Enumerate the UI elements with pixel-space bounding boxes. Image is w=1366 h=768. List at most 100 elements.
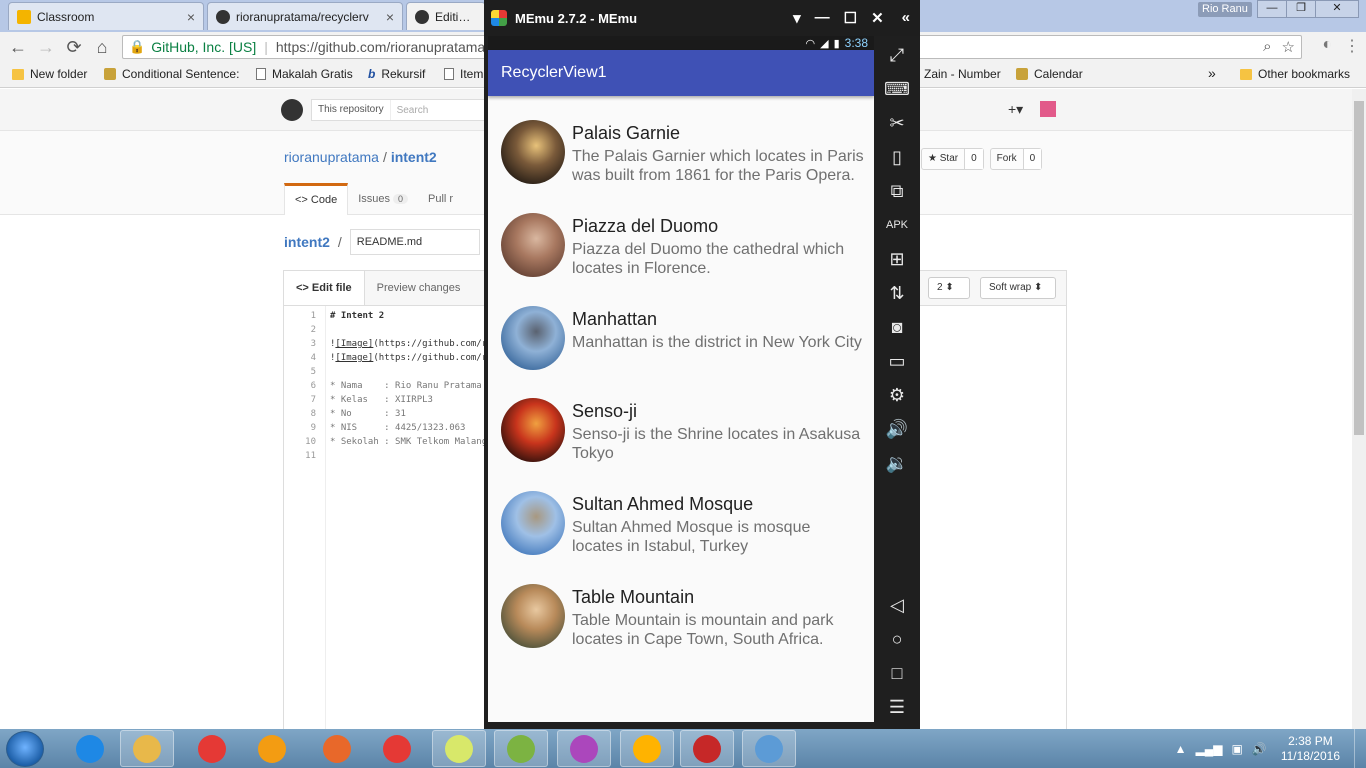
keyboard-icon[interactable]: ⌨ (884, 76, 910, 102)
bookmark-new-folder[interactable]: New folder (12, 67, 87, 81)
tray-expand-icon[interactable]: ▲ (1175, 742, 1187, 756)
search-input[interactable]: This repository Search (311, 99, 491, 121)
taskbar-clock[interactable]: 2:38 PM 11/18/2016 (1281, 734, 1340, 764)
tab-github-repo[interactable]: rioranupratama/recyclerv × (207, 2, 403, 30)
close-window-button[interactable]: ✕ (1315, 0, 1359, 18)
taskbar-button[interactable] (557, 730, 611, 767)
memu-menu-button[interactable]: ▾ (793, 9, 801, 27)
menu-icon[interactable]: ⋮ (1344, 36, 1360, 56)
url-text[interactable]: https://github.com/rioranupratama (276, 39, 485, 55)
taskbar-button[interactable] (120, 730, 174, 767)
bookmark-item[interactable]: Item (444, 67, 483, 81)
list-item[interactable]: Piazza del Duomo Piazza del Duomo the cat… (488, 199, 874, 292)
repo-owner-link[interactable]: rioranupratama (284, 149, 379, 165)
settings-icon[interactable]: ⚙ (884, 382, 910, 408)
star-bookmark-icon[interactable]: ☆ (1282, 38, 1295, 56)
scroll-thumb[interactable] (1354, 101, 1364, 435)
bookmark-calendar[interactable]: Calendar (1016, 67, 1083, 81)
close-icon[interactable]: × (386, 9, 394, 25)
mouse-icon[interactable]: ◙ (884, 314, 910, 340)
reload-button[interactable]: ⟳ (60, 33, 88, 61)
extension-icon[interactable]: ◐ (1322, 36, 1332, 56)
show-desktop-button[interactable] (1354, 729, 1366, 768)
tab-editing[interactable]: Editing int (406, 2, 486, 30)
tab-classroom[interactable]: Classroom × (8, 2, 204, 30)
taskbar-button[interactable] (63, 730, 117, 767)
taskbar-button[interactable] (310, 730, 364, 767)
site-identity[interactable]: GitHub, Inc. [US] (151, 39, 256, 55)
taskbar-button[interactable] (370, 730, 424, 767)
avatar[interactable] (1040, 101, 1056, 117)
bookmark-makalah[interactable]: Makalah Gratis (256, 67, 353, 81)
minimize-button[interactable]: — (1257, 0, 1287, 18)
list-item[interactable]: Manhattan Manhattan is the district in Ne… (488, 292, 874, 385)
bookmark-other[interactable]: Other bookmarks (1240, 67, 1350, 81)
bookmark-conditional[interactable]: Conditional Sentence: (104, 67, 239, 81)
android-status-bar: ◠ ◢ ▮ 3:38 (488, 36, 874, 50)
scissors-icon[interactable]: ✂ (884, 110, 910, 136)
list-item[interactable]: Senso-ji Senso-ji is the Shrine locates i… (488, 384, 874, 477)
forward-button[interactable]: → (32, 33, 60, 61)
taskbar-button[interactable] (680, 730, 734, 767)
share-folder-icon[interactable]: ⊞ (884, 246, 910, 272)
list-item[interactable]: Palais Garnie The Palais Garnier which lo… (488, 106, 874, 199)
filename-input[interactable]: README.md (349, 229, 480, 255)
back-button[interactable]: ← (4, 33, 32, 61)
volume-down-icon[interactable]: 🔉 (884, 450, 910, 476)
bookmarks-overflow-button[interactable]: » (1208, 65, 1216, 81)
list-item[interactable]: Table Mountain Table Mountain is mountain… (488, 570, 874, 663)
memu-collapse-button[interactable]: « (902, 9, 910, 27)
taskbar-button[interactable] (494, 730, 548, 767)
maximize-button[interactable]: ❐ (1286, 0, 1316, 18)
rotate-icon[interactable]: ⧉ (884, 178, 910, 204)
taskbar-button[interactable] (245, 730, 299, 767)
close-icon[interactable]: × (187, 9, 195, 25)
memu-maximize-button[interactable]: ☐ (844, 9, 857, 27)
bookmark-zain[interactable]: Zain - Number (924, 67, 1001, 81)
taskbar-button[interactable] (620, 730, 674, 767)
start-button[interactable] (6, 731, 44, 767)
recycler-view[interactable]: Palais Garnie The Palais Garnier which lo… (488, 106, 874, 663)
breadcrumb-repo-link[interactable]: intent2 (284, 234, 330, 250)
fork-button[interactable]: Fork 0 (989, 148, 1043, 170)
taskbar-button[interactable] (432, 730, 486, 767)
line-number: 5 (310, 367, 316, 377)
window-controls: — ❐ ✕ (1257, 0, 1359, 18)
tab-edit-file[interactable]: <> Edit file (284, 271, 365, 305)
taskbar-button[interactable] (185, 730, 239, 767)
github-logo-icon[interactable] (281, 99, 303, 121)
zoom-icon[interactable]: ⌕ (1263, 38, 1271, 56)
repo-name-link[interactable]: intent2 (391, 149, 437, 165)
indent-size-select[interactable]: 2 ⬍ (928, 277, 970, 299)
profile-chip[interactable]: Rio Ranu (1198, 2, 1252, 17)
fullscreen-icon[interactable]: ⤢ (884, 42, 910, 68)
taskbar-notes-icon (445, 734, 473, 763)
record-icon[interactable]: ▭ (884, 348, 910, 374)
page-scrollbar[interactable] (1352, 89, 1366, 729)
tab-code[interactable]: <> Code (284, 183, 349, 215)
wrap-mode-select[interactable]: Soft wrap ⬍ (980, 277, 1056, 299)
bookmark-rekursif[interactable]: b Rekursif (368, 67, 425, 81)
tab-preview-changes[interactable]: Preview changes (365, 271, 473, 305)
taskbar-button[interactable] (742, 730, 796, 767)
apk-icon[interactable]: APK (884, 212, 910, 238)
list-item[interactable]: Sultan Ahmed Mosque Sultan Ahmed Mosque i… (488, 477, 874, 570)
android-home-icon[interactable]: ○ (884, 626, 910, 652)
power-icon[interactable]: ▣ (1232, 742, 1243, 756)
star-button[interactable]: ★ Star 0 (921, 148, 984, 170)
home-button[interactable]: ⌂ (88, 33, 116, 61)
transfer-icon[interactable]: ⇅ (884, 280, 910, 306)
volume-up-icon[interactable]: 🔊 (884, 416, 910, 442)
shake-icon[interactable]: ▯ (884, 144, 910, 170)
list-menu-icon[interactable]: ☰ (884, 694, 910, 720)
memu-close-button[interactable]: ✕ (871, 9, 884, 27)
tab-issues[interactable]: Issues 0 (348, 183, 418, 215)
speaker-icon[interactable]: 🔊 (1252, 742, 1267, 756)
new-menu-button[interactable]: +▾ (1008, 101, 1023, 118)
android-back-icon[interactable]: ◁ (884, 592, 910, 618)
android-recents-icon[interactable]: □ (884, 660, 910, 686)
taskbar-app-red-icon (383, 734, 411, 763)
tab-pull-requests[interactable]: Pull r (418, 183, 463, 215)
memu-minimize-button[interactable]: — (815, 9, 830, 27)
network-icon[interactable]: ▂▄▆ (1196, 742, 1223, 756)
